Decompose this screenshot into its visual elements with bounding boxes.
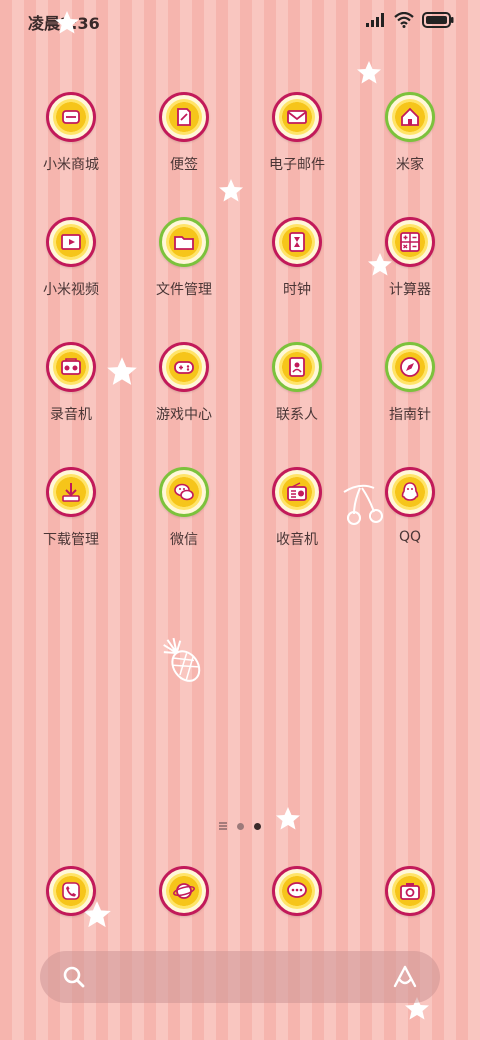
app-label: 录音机: [50, 407, 92, 423]
app-notes[interactable]: 便签: [129, 92, 239, 188]
radio-icon: [287, 482, 307, 501]
app-qq[interactable]: QQ: [355, 467, 465, 563]
video-icon: [61, 234, 81, 250]
app-calculator[interactable]: 计算器: [355, 217, 465, 313]
app-label: 米家: [396, 157, 424, 173]
app-video[interactable]: 小米视频: [16, 217, 126, 313]
app-label: 下载管理: [43, 532, 99, 548]
signal-icon: [366, 13, 384, 27]
dock-browser[interactable]: [129, 866, 239, 922]
app-contacts[interactable]: 联系人: [242, 342, 352, 438]
messages-icon: [287, 882, 307, 898]
app-label: 便签: [170, 157, 198, 173]
page-indicator-menu-icon: [219, 822, 227, 830]
compass-icon: [400, 357, 420, 377]
hourglass-icon: [289, 232, 305, 252]
pineapple-doodle: [163, 637, 201, 682]
assistant-icon[interactable]: [392, 965, 418, 989]
app-radio[interactable]: 收音机: [242, 467, 352, 563]
app-label: 时钟: [283, 282, 311, 298]
search-bar[interactable]: [40, 951, 440, 1003]
app-label: 计算器: [389, 282, 431, 298]
app-label: QQ: [398, 529, 422, 545]
app-store[interactable]: 小米商城: [16, 92, 126, 188]
app-label: 指南针: [389, 407, 431, 423]
contacts-icon: [289, 357, 305, 377]
app-label: 微信: [170, 532, 198, 548]
app-label: 小米商城: [43, 157, 99, 173]
page-dot-active: [254, 822, 261, 830]
app-mijia[interactable]: 米家: [355, 92, 465, 188]
phone-icon: [62, 882, 80, 900]
mail-icon: [287, 110, 307, 124]
search-icon[interactable]: [62, 965, 86, 989]
battery-icon: [422, 12, 454, 28]
home-icon: [401, 107, 419, 126]
app-label: 电子邮件: [269, 157, 325, 173]
app-files[interactable]: 文件管理: [129, 217, 239, 313]
app-label: 游戏中心: [156, 407, 212, 423]
download-icon: [62, 483, 80, 502]
app-label: 小米视频: [43, 282, 99, 298]
camera-icon: [400, 883, 420, 900]
app-game-center[interactable]: 游戏中心: [129, 342, 239, 438]
app-label: 文件管理: [156, 282, 212, 298]
folder-icon: [174, 236, 194, 250]
notes-icon: [177, 108, 191, 126]
app-label: 收音机: [276, 532, 318, 548]
gamepad-icon: [174, 361, 194, 374]
app-label: 联系人: [276, 407, 318, 423]
dock-messages[interactable]: [242, 866, 352, 922]
app-clock[interactable]: 时钟: [242, 217, 352, 313]
page-dot: [237, 822, 244, 830]
wechat-icon: [174, 483, 194, 501]
app-downloads[interactable]: 下载管理: [16, 467, 126, 563]
recorder-icon: [61, 358, 81, 375]
star-decoration: [55, 11, 79, 34]
store-icon: [62, 110, 80, 124]
app-email[interactable]: 电子邮件: [242, 92, 352, 188]
app-wechat[interactable]: 微信: [129, 467, 239, 563]
calculator-icon: [400, 232, 420, 252]
app-recorder[interactable]: 录音机: [16, 342, 126, 438]
page-indicator[interactable]: [0, 822, 480, 830]
dock-camera[interactable]: [355, 866, 465, 922]
qq-icon: [401, 482, 419, 501]
browser-planet-icon: [173, 883, 195, 899]
wifi-icon: [394, 12, 414, 28]
app-compass[interactable]: 指南针: [355, 342, 465, 438]
dock-phone[interactable]: [16, 866, 126, 922]
star-decoration: [357, 61, 381, 84]
